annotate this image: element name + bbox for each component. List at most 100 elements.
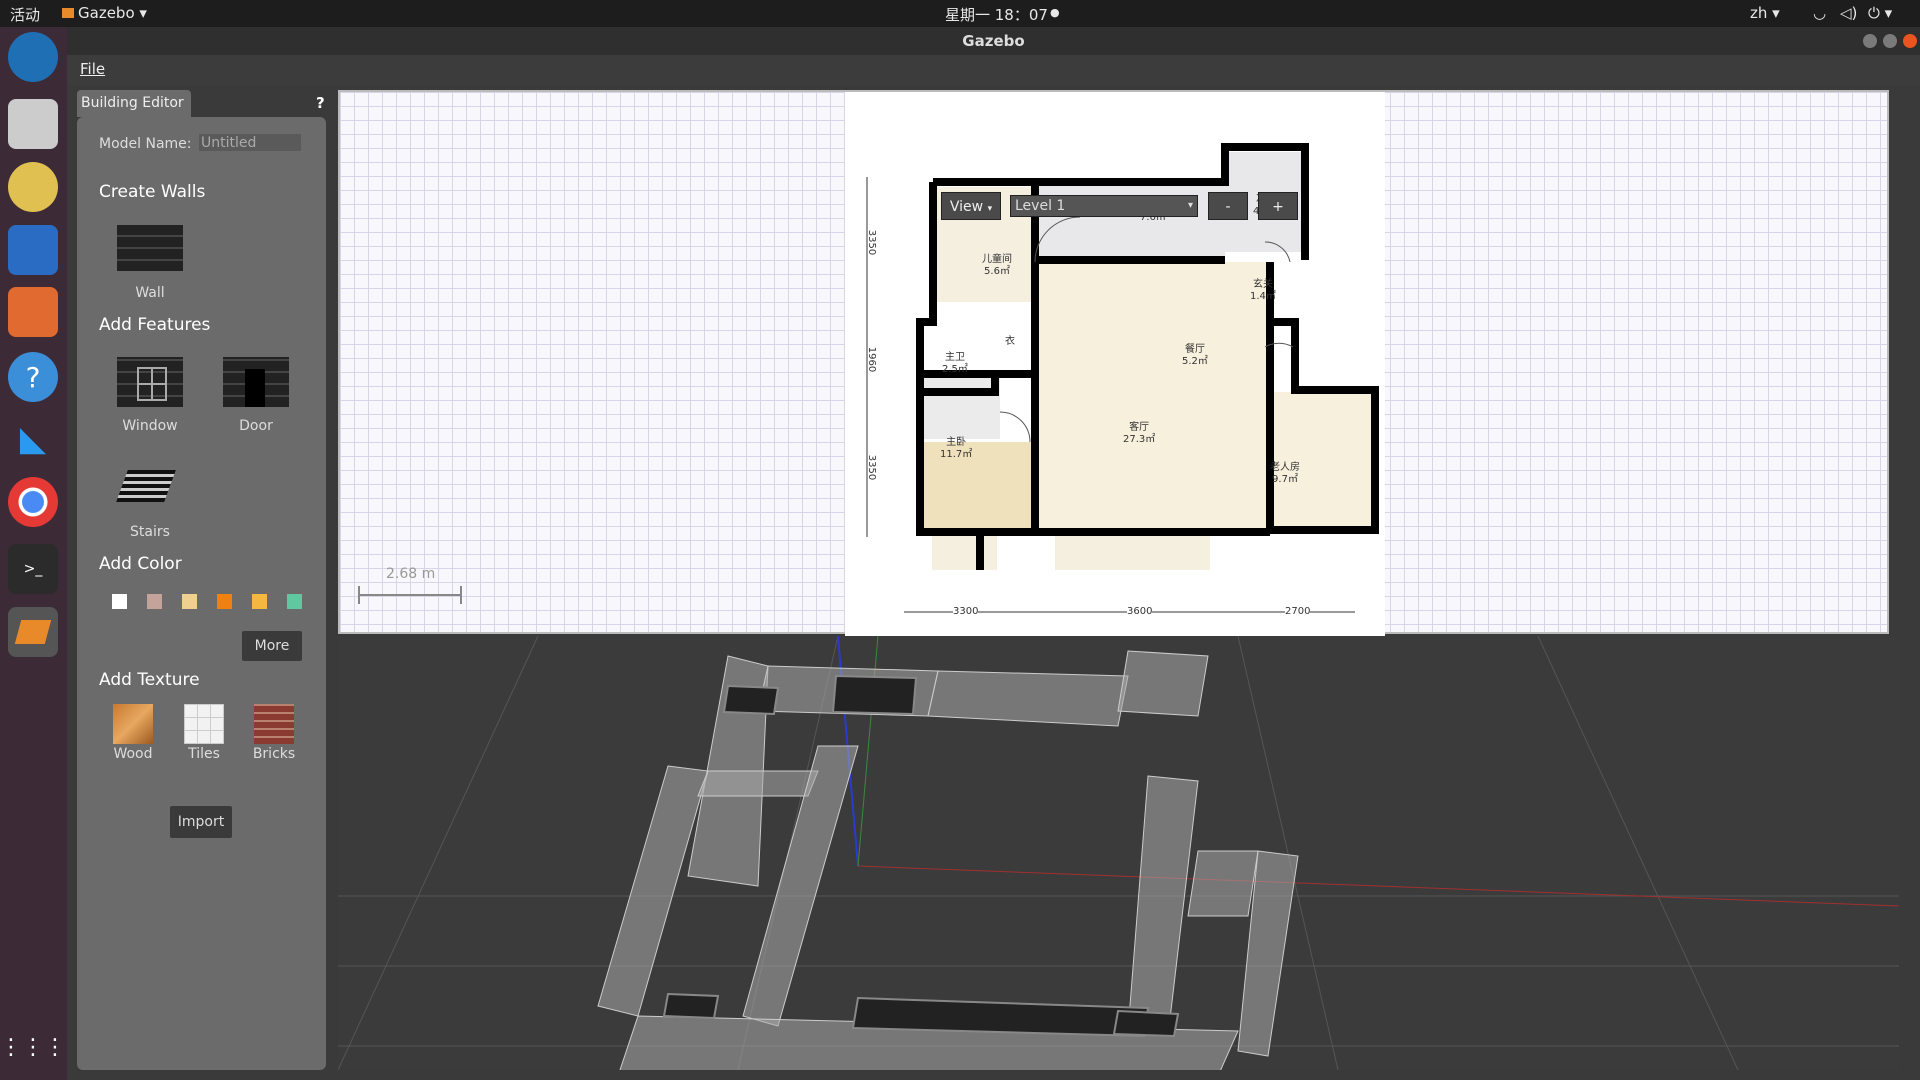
add-color-heading: Add Color [99, 554, 182, 574]
writer-icon[interactable] [8, 225, 58, 275]
door-label: Door [239, 418, 273, 434]
terminal-icon[interactable]: >_ [8, 544, 58, 594]
vscode-icon[interactable]: ◣ [8, 414, 58, 464]
minimize-button[interactable] [1863, 34, 1877, 48]
color-swatch-yellow[interactable] [252, 594, 267, 609]
dim-bottom-1: 3300 [953, 606, 979, 617]
stairs-icon[interactable] [116, 470, 176, 502]
chrome-icon[interactable] [8, 477, 58, 527]
tab-building-editor[interactable]: Building Editor [77, 90, 191, 117]
lang-label: zh [1750, 4, 1768, 22]
wall-icon[interactable] [117, 225, 183, 271]
wood-texture-icon[interactable] [113, 704, 153, 744]
color-swatch-white[interactable] [112, 594, 127, 609]
window-titlebar: Gazebo [67, 27, 1920, 55]
app-name: Gazebo [78, 4, 135, 22]
color-swatch-teal[interactable] [287, 594, 302, 609]
wifi-icon[interactable]: ◡ [1813, 4, 1826, 22]
room-area: 5.6㎡ [984, 266, 1010, 277]
notification-dot-icon: ● [1050, 6, 1060, 19]
window-label: Window [122, 418, 178, 434]
room-name: 主卧 [946, 437, 967, 448]
door-icon[interactable] [223, 357, 289, 407]
view-dropdown[interactable]: View ▾ [941, 192, 1001, 220]
room-area: 5.2㎡ [1182, 356, 1208, 367]
file-menu[interactable]: File [80, 60, 105, 78]
gazebo-dock-icon[interactable] [8, 607, 58, 657]
activities-button[interactable]: 活动 [10, 4, 40, 25]
rhythmbox-icon[interactable] [8, 162, 58, 212]
room-area: 11.7㎡ [940, 449, 973, 460]
room-name: 儿童间 [982, 254, 1012, 265]
bricks-texture-icon[interactable] [254, 704, 294, 744]
top-bar: 活动 Gazebo ▾ 星期一 18：07 ● zh ▾ ◡ ◁) ⏻ ▾ [0, 0, 1920, 27]
room-name: 老人房 [1270, 462, 1300, 473]
room-name: 餐厅 [1184, 344, 1205, 355]
bricks-label: Bricks [252, 746, 296, 762]
scale-bar [358, 586, 462, 604]
view-label: View [949, 199, 984, 215]
building-3d-preview [338, 636, 1899, 1070]
room-name: 玄关 [1252, 279, 1273, 290]
zoom-in-button[interactable]: + [1258, 192, 1298, 220]
help-button[interactable]: ? [316, 94, 325, 112]
power-icon[interactable]: ⏻ ▾ [1868, 4, 1892, 22]
color-swatch-beige[interactable] [182, 594, 197, 609]
app-menu[interactable]: Gazebo ▾ [62, 4, 147, 22]
menu-bar: File [67, 55, 1920, 85]
tiles-texture-icon[interactable] [184, 704, 224, 744]
clock[interactable]: 星期一 18：07 [945, 4, 1048, 25]
more-colors-button[interactable]: More [242, 631, 302, 661]
room-label-master-bath: 主卫 2.5㎡ [942, 352, 968, 376]
window-title: Gazebo [962, 32, 1025, 50]
language-indicator[interactable]: zh ▾ [1750, 4, 1780, 22]
close-button[interactable] [1903, 34, 1917, 48]
room-name: 主卫 [944, 352, 965, 363]
room-area: 1.4㎡ [1250, 291, 1276, 302]
room-label-dining: 餐厅 5.2㎡ [1182, 344, 1208, 368]
dim-left-1: 3350 [866, 229, 878, 256]
create-walls-heading: Create Walls [99, 182, 206, 202]
import-button[interactable]: Import [170, 806, 232, 838]
room-area: 9.7㎡ [1272, 474, 1298, 485]
floor-plan-image: 厨房7.6㎡ 次卫4.3㎡ 儿童间5.6㎡ 玄关1.4㎡ 主卫2.5㎡ 衣 餐厅… [845, 92, 1385, 636]
model-name-input[interactable] [199, 134, 301, 151]
room-label-master-bedroom: 主卧 11.7㎡ [940, 437, 972, 461]
gazebo-icon [62, 8, 74, 18]
building-editor-panel: Model Name: Create Walls Wall Add Featur… [77, 117, 326, 1070]
add-texture-heading: Add Texture [99, 670, 200, 690]
chevron-down-icon: ▾ [1187, 200, 1193, 211]
room-name: 衣 [1005, 336, 1015, 347]
software-center-icon[interactable] [8, 287, 58, 337]
editor-2d-view[interactable]: 厨房7.6㎡ 次卫4.3㎡ 儿童间5.6㎡ 玄关1.4㎡ 主卫2.5㎡ 衣 餐厅… [338, 90, 1889, 636]
color-swatch-orange[interactable] [217, 594, 232, 609]
stairs-label: Stairs [130, 524, 170, 540]
room-label-closet: 衣 [1005, 332, 1015, 347]
editor-3d-view[interactable] [338, 636, 1899, 1070]
chevron-down-icon: ▾ [987, 204, 993, 214]
files-icon[interactable] [8, 99, 58, 149]
room-name: 客厅 [1129, 422, 1150, 433]
help-icon[interactable]: ? [8, 352, 58, 402]
color-swatch-rose[interactable] [147, 594, 162, 609]
floor-plan-svg [866, 143, 1379, 613]
scale-label: 2.68 m [386, 566, 436, 582]
thunderbird-icon[interactable] [8, 32, 58, 82]
maximize-button[interactable] [1883, 34, 1897, 48]
dim-left-3: 3350 [866, 454, 878, 481]
level-select[interactable]: Level 1 ▾ [1010, 195, 1198, 217]
volume-icon[interactable]: ◁) [1840, 4, 1857, 22]
room-label-elder-room: 老人房 9.7㎡ [1270, 462, 1300, 486]
model-name-label: Model Name: [99, 136, 192, 152]
level-label: Level 1 [1015, 198, 1066, 214]
show-apps-icon[interactable]: ⋮⋮⋮ [0, 1022, 66, 1072]
dim-bottom-2: 3600 [1127, 606, 1153, 617]
dock: ? ◣ >_ ⋮⋮⋮ [0, 27, 67, 1080]
window-icon[interactable] [117, 357, 183, 407]
dim-left-2: 1960 [866, 346, 878, 373]
dim-bottom-3: 2700 [1285, 606, 1311, 617]
room-label-kids-room: 儿童间 5.6㎡ [982, 254, 1012, 278]
wall-label: Wall [135, 285, 165, 301]
zoom-out-button[interactable]: - [1208, 192, 1248, 220]
room-label-entrance: 玄关 1.4㎡ [1250, 279, 1276, 303]
